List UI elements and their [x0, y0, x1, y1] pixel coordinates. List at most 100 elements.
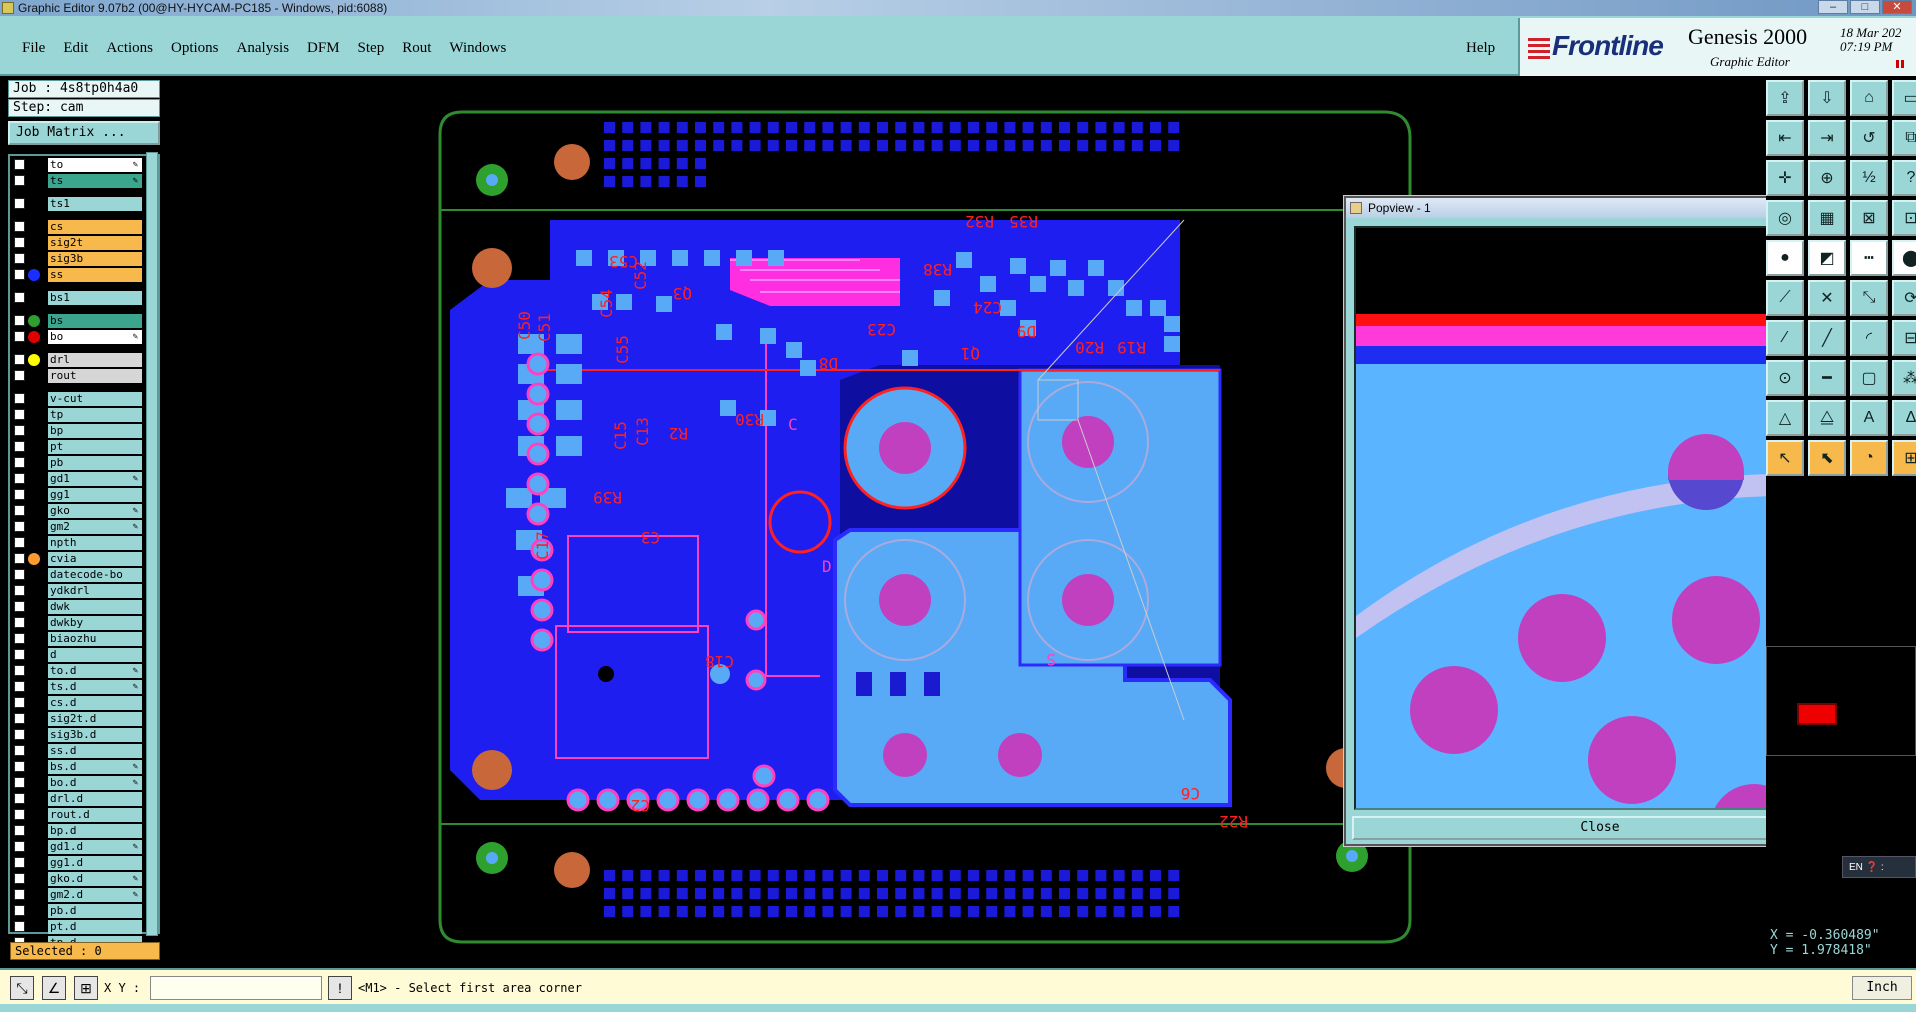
layer-name[interactable]: cvia [48, 551, 142, 566]
layer-row-gm2.d[interactable]: gm2.d ✎ [10, 887, 158, 902]
layer-name[interactable]: v-cut [48, 391, 142, 406]
layer-name[interactable]: ts1 [48, 196, 142, 211]
layer-row-cs.d[interactable]: cs.d [10, 695, 158, 710]
layer-checkbox[interactable] [14, 292, 25, 303]
layer-checkbox[interactable] [14, 809, 25, 820]
layer-name[interactable]: bo ✎ [48, 329, 142, 344]
layer-name[interactable]: ydkdrl [48, 583, 142, 598]
layer-name[interactable]: bp [48, 423, 142, 438]
layer-checkbox[interactable] [14, 697, 25, 708]
layer-checkbox[interactable] [14, 825, 25, 836]
select-box-icon[interactable]: ⬉ [1808, 440, 1846, 476]
pad-group-icon[interactable]: ⁂ [1892, 360, 1916, 396]
horizontal-line-icon[interactable]: ━ [1808, 360, 1846, 396]
layer-row-pt.d[interactable]: pt.d [10, 919, 158, 934]
polygon-icon[interactable]: ⧋ [1808, 400, 1846, 436]
layer-name[interactable]: ts.d ✎ [48, 679, 142, 694]
slope-line-icon[interactable]: ∕ [1766, 320, 1804, 356]
layer-row-sig3b[interactable]: sig3b [10, 251, 158, 266]
layer-row-bo[interactable]: bo ✎ [10, 329, 158, 344]
layer-row-dwkby[interactable]: dwkby [10, 615, 158, 630]
view-down-icon[interactable]: ⇩ [1808, 80, 1846, 116]
layer-row-drl.d[interactable]: drl.d [10, 791, 158, 806]
layer-row-pt[interactable]: pt [10, 439, 158, 454]
arc-icon[interactable]: ◜ [1850, 320, 1888, 356]
select-circle-icon[interactable]: ◔ [1850, 440, 1888, 476]
layer-checkbox[interactable] [14, 905, 25, 916]
layer-row-gko.d[interactable]: gko.d ✎ [10, 871, 158, 886]
layer-row-ydkdrl[interactable]: ydkdrl [10, 583, 158, 598]
layer-name[interactable]: bs.d ✎ [48, 759, 142, 774]
layer-row-v-cut[interactable]: v-cut [10, 391, 158, 406]
snapshot-icon[interactable]: ◎ [1766, 200, 1804, 236]
layer-checkbox[interactable] [14, 175, 25, 186]
layer-name[interactable]: gd1.d ✎ [48, 839, 142, 854]
layer-checkbox[interactable] [14, 457, 25, 468]
layer-row-bs.d[interactable]: bs.d ✎ [10, 759, 158, 774]
layer-name[interactable]: cs.d [48, 695, 142, 710]
layer-row-ss.d[interactable]: ss.d [10, 743, 158, 758]
layer-name[interactable]: dwk [48, 599, 142, 614]
layer-name[interactable]: sig3b.d [48, 727, 142, 742]
layer-checkbox[interactable] [14, 409, 25, 420]
rotate-icon[interactable]: ⟳ [1892, 280, 1916, 316]
layer-checkbox[interactable] [14, 441, 25, 452]
layer-checkbox[interactable] [14, 354, 25, 365]
layer-checkbox[interactable] [14, 221, 25, 232]
layer-checkbox[interactable] [14, 873, 25, 884]
angle-snap-icon[interactable]: ∠ [42, 976, 66, 1000]
layer-row-dwk[interactable]: dwk [10, 599, 158, 614]
zoom-center-icon[interactable]: ⊕ [1808, 160, 1846, 196]
layer-checkbox[interactable] [14, 253, 25, 264]
angle-icon[interactable]: ◩ [1808, 240, 1846, 276]
layer-checkbox[interactable] [14, 585, 25, 596]
menu-options[interactable]: Options [171, 40, 219, 57]
grid-snap-icon[interactable]: ⊞ [74, 976, 98, 1000]
outline-a-icon[interactable]: Δ [1892, 400, 1916, 436]
layer-checkbox[interactable] [14, 649, 25, 660]
layer-row-bs[interactable]: bs [10, 313, 158, 328]
feature-icon[interactable]: ⊟ [1892, 320, 1916, 356]
layer-checkbox[interactable] [14, 569, 25, 580]
layer-row-gko[interactable]: gko ✎ [10, 503, 158, 518]
layer-name[interactable]: bs [48, 313, 142, 328]
layer-checkbox[interactable] [14, 198, 25, 209]
layer-row-ts.d[interactable]: ts.d ✎ [10, 679, 158, 694]
layer-row-bo.d[interactable]: bo.d ✎ [10, 775, 158, 790]
zoom-ratio-icon[interactable]: ↺ [1850, 120, 1888, 156]
square-pad-icon[interactable]: ▢ [1850, 360, 1888, 396]
layer-name[interactable]: bp.d [48, 823, 142, 838]
net-icon[interactable]: ⊡ [1892, 200, 1916, 236]
layer-checkbox[interactable] [14, 745, 25, 756]
layer-name[interactable]: gko.d ✎ [48, 871, 142, 886]
layer-row-ts1[interactable]: ts1 [10, 196, 158, 211]
layer-row-bp[interactable]: bp [10, 423, 158, 438]
move-icon[interactable]: ⤡ [1850, 280, 1888, 316]
graphic-canvas[interactable]: C50 C51 C53 C54 C55 C52 Q3 R2 R30 C15 C1… [160, 80, 1856, 968]
xy-input[interactable] [150, 976, 322, 1000]
info-icon[interactable]: ! [328, 976, 352, 1000]
layer-name[interactable]: dwkby [48, 615, 142, 630]
layer-checkbox[interactable] [14, 269, 25, 280]
layer-checkbox[interactable] [14, 237, 25, 248]
layer-checkbox[interactable] [14, 713, 25, 724]
layer-checkbox[interactable] [14, 857, 25, 868]
menu-step[interactable]: Step [358, 40, 385, 57]
layer-name[interactable]: biaozhu [48, 631, 142, 646]
layer-name[interactable]: gg1.d [48, 855, 142, 870]
measure-icon[interactable]: ⊠ [1850, 200, 1888, 236]
layer-row-npth[interactable]: npth [10, 535, 158, 550]
layer-name[interactable]: sig3b [48, 251, 142, 266]
layer-name[interactable]: bs1 [48, 290, 142, 305]
add-line-icon[interactable]: ⟋ [1766, 280, 1804, 316]
scale-1-2-icon[interactable]: ½ [1850, 160, 1888, 196]
layer-checkbox[interactable] [14, 505, 25, 516]
layer-row-biaozhu[interactable]: biaozhu [10, 631, 158, 646]
select-multi-icon[interactable]: ⊞ [1892, 440, 1916, 476]
help-icon[interactable]: ? [1892, 160, 1916, 196]
units-selector[interactable]: Inch [1852, 976, 1912, 1000]
ruler-icon[interactable]: ┅ [1850, 240, 1888, 276]
layer-checkbox[interactable] [14, 681, 25, 692]
layer-checkbox[interactable] [14, 331, 25, 342]
layer-name[interactable]: ss.d [48, 743, 142, 758]
